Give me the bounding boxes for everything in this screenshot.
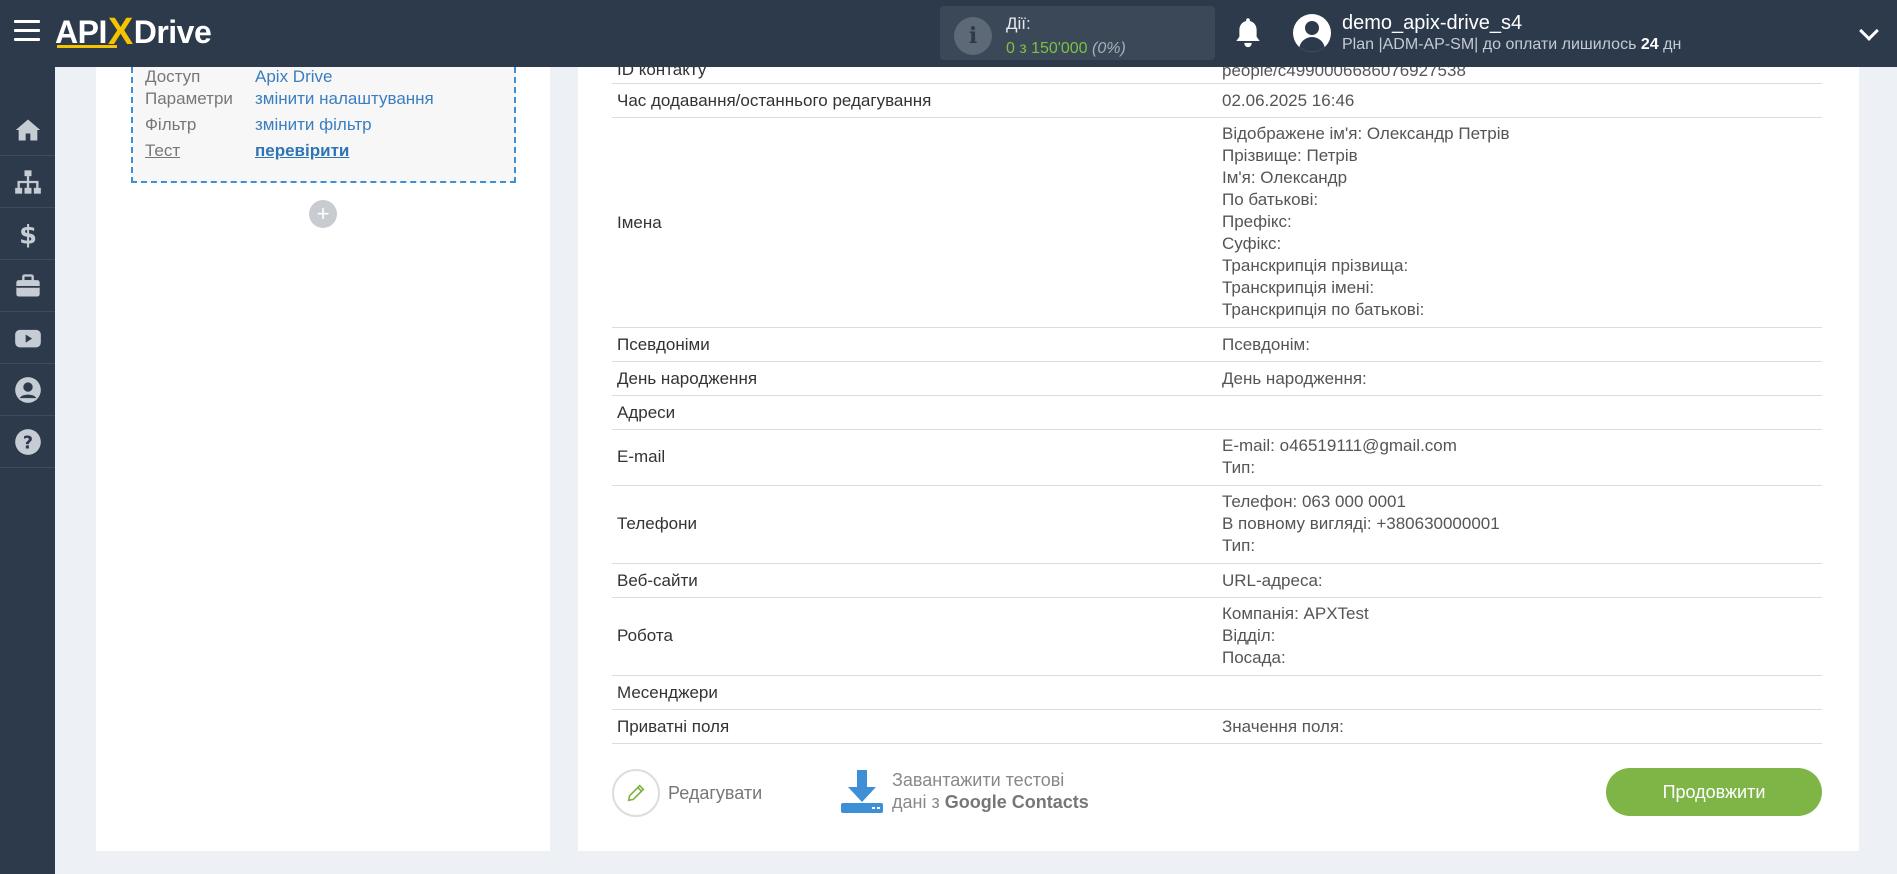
table-row: Псевдоніми Псевдонім: [612,328,1822,362]
user-plan: Plan |ADM-AP-SM| до оплати лишилось 24 д… [1342,36,1682,53]
field-values: Компанія: APXTest Відділ: Посада: [1222,604,1369,667]
sidebar-item-home[interactable] [0,104,55,156]
step-key: Доступ [145,67,201,86]
table-row: Робота Компанія: APXTest Відділ: Посада: [612,598,1822,676]
svg-text:?: ? [22,433,32,453]
user-icon [14,376,41,403]
field-values: День народження: [1222,369,1367,388]
dollar-icon: $ [19,220,37,248]
actions-value: 0 з 150'000 (0%) [1006,40,1126,57]
help-icon: ? [14,428,41,455]
info-icon: i [954,17,992,55]
table-row: E-mail E-mail: o46519111@gmail.com Тип: [612,430,1822,486]
table-row: День народження День народження: [612,362,1822,396]
download-label: Завантажити тестові дані з Google Contac… [892,770,1089,812]
step-link-test[interactable]: перевірити [255,141,349,161]
actions-counter: i Дії: 0 з 150'000 (0%) [940,6,1215,60]
data-table: ID контакту people/c4990006686076927538 … [612,67,1822,744]
field-name: ID контакту [617,67,707,79]
step-link-filter[interactable]: змінити фільтр [255,115,372,135]
field-name: E-mail [617,447,666,466]
step-key: Параметри [145,89,233,108]
field-name: Адреси [617,403,676,422]
sidebar-item-briefcase[interactable] [0,260,55,312]
table-row: Телефони Телефон: 063 000 0001 В повному… [612,486,1822,564]
table-row: Адреси [612,396,1822,430]
download-icon [841,770,883,813]
apix-drive-logo[interactable]: API X Drive [55,11,212,53]
step-key: Фільтр [145,115,197,134]
field-name: Веб-сайти [617,571,698,590]
youtube-icon [14,329,41,347]
add-step-button[interactable]: + [309,200,337,228]
field-name: День народження [617,369,758,388]
user-name: demo_apix-drive_s4 [1342,12,1523,34]
table-row: Імена Відображене ім'я: Олександр Петрів… [612,118,1822,328]
field-name: Месенджери [617,683,718,702]
step-link-params[interactable]: змінити налаштування [255,89,434,109]
sidebar: $ ? [0,67,55,874]
field-values: Значення поля: [1222,717,1344,736]
edit-label: Редагувати [668,782,763,803]
bell-icon[interactable] [1233,17,1263,49]
left-panel: Доступ Apix Drive Параметри змінити нала… [96,67,550,851]
table-row: Веб-сайти URL-адреса: [612,564,1822,598]
step-key: Тест [145,141,181,160]
field-values: Псевдонім: [1222,335,1310,354]
sitemap-icon [14,169,41,194]
sidebar-item-video[interactable] [0,312,55,364]
download-test-data-button[interactable]: Завантажити тестові дані з Google Contac… [838,767,1089,815]
actions-label: Дії: [1006,14,1031,33]
sidebar-item-sitemap[interactable] [0,156,55,208]
field-name: Імена [617,213,662,232]
step-box: Доступ Apix Drive Параметри змінити нала… [131,67,516,183]
step-link-access[interactable]: Apix Drive [255,67,332,87]
home-icon [15,119,40,140]
field-name: Псевдоніми [617,335,710,354]
logo-part-drive: Drive [133,13,212,50]
briefcase-icon [15,273,40,296]
table-row: Приватні поля Значення поля: [612,710,1822,744]
table-row-partial: ID контакту people/c4990006686076927538 [612,67,1822,84]
field-values: 02.06.2025 16:46 [1222,91,1355,110]
edit-button[interactable]: Редагувати [612,769,762,817]
hamburger-menu-icon[interactable] [14,20,40,44]
table-row: Час додавання/останнього редагування 02.… [612,84,1822,118]
chevron-down-icon[interactable] [1859,21,1879,41]
svg-text:$: $ [19,220,37,248]
field-value: people/c4990006686076927538 [1222,67,1466,80]
field-name: Приватні поля [617,717,730,736]
field-name: Час додавання/останнього редагування [617,91,932,110]
pencil-icon [612,769,660,817]
continue-button[interactable]: Продовжити [1606,768,1822,816]
field-values: Телефон: 063 000 0001 В повному вигляді:… [1222,492,1500,555]
field-values: Відображене ім'я: Олександр Петрів Прізв… [1222,124,1510,319]
user-avatar[interactable] [1293,14,1331,52]
field-values: E-mail: o46519111@gmail.com Тип: [1222,436,1457,477]
table-row: Месенджери [612,676,1822,710]
sidebar-item-help[interactable]: ? [0,416,55,468]
field-values: URL-адреса: [1222,571,1323,590]
field-name: Робота [617,626,673,645]
sidebar-item-billing[interactable]: $ [0,208,55,260]
logo-underline [57,45,117,48]
top-bar: API X Drive i Дії: 0 з 150'000 (0%) demo_a… [0,0,1897,67]
right-panel: ID контакту people/c4990006686076927538 … [578,67,1859,851]
field-name: Телефони [617,514,698,533]
sidebar-item-account[interactable] [0,364,55,416]
